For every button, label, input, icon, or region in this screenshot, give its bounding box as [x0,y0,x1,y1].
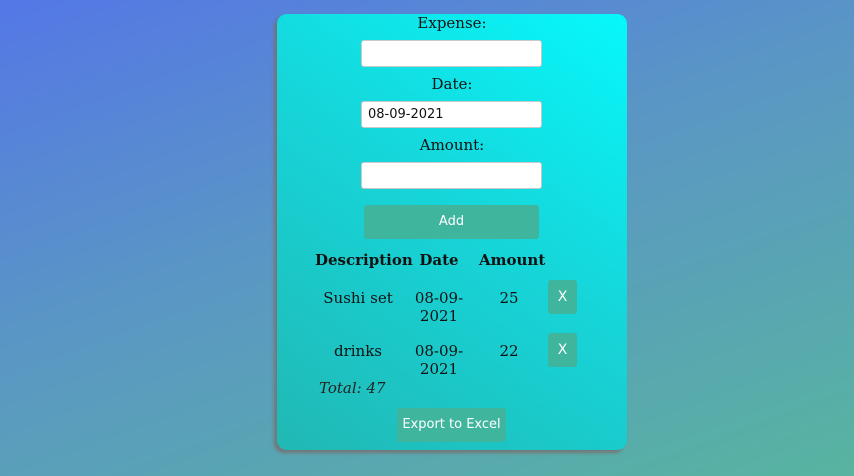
expense-card: Expense: Date: 08-09-2021 Amount: Add De… [277,14,627,450]
export-to-excel-button[interactable]: Export to Excel [397,408,506,442]
header-description: Description [315,251,413,269]
row-description: Sushi set [323,289,393,307]
delete-row-button[interactable]: X [548,333,577,367]
header-date: Date [419,251,459,269]
row-amount: 22 [499,342,519,360]
expense-input[interactable] [361,40,542,67]
total-text: Total: 47 [319,379,386,397]
amount-input[interactable] [361,162,542,189]
date-input[interactable]: 08-09-2021 [361,101,542,128]
row-description: drinks [333,342,383,360]
row-amount: 25 [499,289,519,307]
add-button[interactable]: Add [364,205,539,239]
amount-label: Amount: [419,136,485,154]
row-date: 08-09-2021 [414,342,464,378]
row-date: 08-09-2021 [414,289,464,325]
delete-row-button[interactable]: X [548,280,577,314]
header-amount: Amount [479,251,546,269]
expense-label: Expense: [417,14,487,32]
date-label: Date: [431,75,473,93]
